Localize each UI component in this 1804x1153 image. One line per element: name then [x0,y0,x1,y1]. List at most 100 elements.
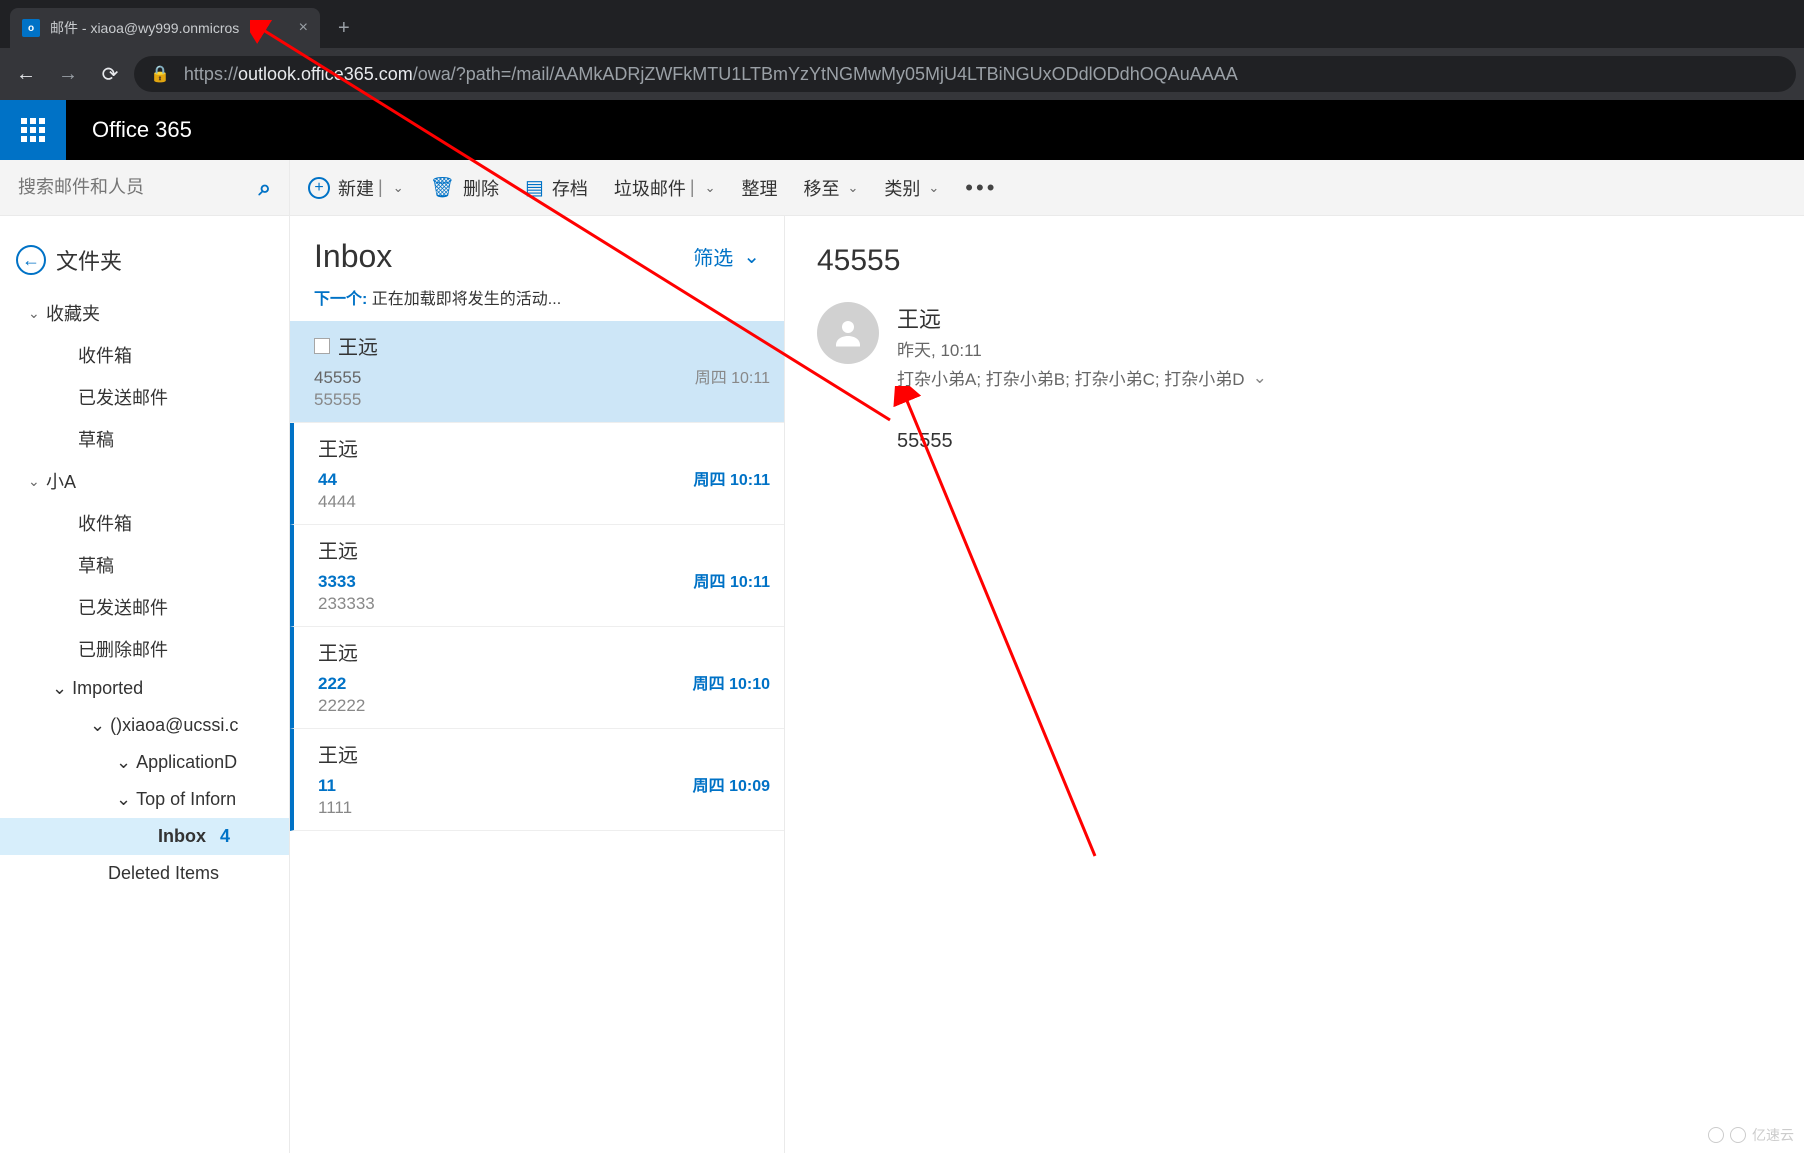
message-preview: 233333 [318,594,770,614]
imported-top[interactable]: ⌄ Top of Inforn [0,781,289,818]
message-subject: 45555 [314,368,361,388]
message-time: 周四 10:11 [694,466,771,490]
sender-time: 昨天, 10:11 [897,336,1267,361]
message-list[interactable]: 王远45555周四 10:1155555王远44周四 10:114444王远33… [290,321,784,831]
watermark: 亿速云 [1708,1125,1794,1145]
lock-icon: 🔒 [150,64,170,84]
folder-label: 已发送邮件 [78,384,168,410]
back-button[interactable]: ← [8,56,44,92]
url-path: /owa/?path=/mail/AAMkADRjZWFkMTU1LTBmYzY… [413,64,1238,84]
sweep-button[interactable]: 整理 [741,175,777,201]
imported-inbox[interactable]: Inbox 4 [0,818,289,855]
sender-info: 王远 昨天, 10:11 打杂小弟A; 打杂小弟B; 打杂小弟C; 打杂小弟D … [897,302,1267,390]
folder-label: 已删除邮件 [78,636,168,662]
app-launcher[interactable] [0,100,66,160]
next-text: 正在加载即将发生的活动... [372,291,561,308]
suite-title[interactable]: Office 365 [92,117,192,143]
chevron-down-icon: ⌄ [90,715,105,736]
more-button[interactable]: ••• [965,175,997,201]
moveto-button[interactable]: 移至 ⌄ [803,175,858,201]
message-from: 王远 [318,739,770,768]
message-from: 王远 [318,637,770,666]
reading-pane: 45555 王远 昨天, 10:11 打杂小弟A; 打杂小弟B; 打杂小弟C; … [785,216,1804,1153]
message-subject: 11 [318,776,336,796]
reload-button[interactable]: ⟳ [92,56,128,92]
message-item[interactable]: 王远3333周四 10:11233333 [290,525,784,627]
list-header: Inbox 筛选 ⌄ [290,216,784,285]
imported-appdata[interactable]: ⌄ ApplicationD [0,744,289,781]
chevron-down-icon: ⌄ [928,180,939,196]
imported-label: Imported [72,678,143,699]
a-deleted[interactable]: 已删除邮件 [0,628,289,670]
recipients-text: 打杂小弟A; 打杂小弟B; 打杂小弟C; 打杂小弟D [897,365,1245,390]
a-drafts[interactable]: 草稿 [0,544,289,586]
message-from: 王远 [318,535,770,564]
chevron-down-icon: ⌄ [116,789,131,810]
recipients[interactable]: 打杂小弟A; 打杂小弟B; 打杂小弟C; 打杂小弟D ⌄ [897,365,1267,390]
url-host: outlook.office365.com [238,64,413,84]
unread-count: 4 [220,826,230,847]
message-preview: 55555 [314,390,770,410]
sender-row: 王远 昨天, 10:11 打杂小弟A; 打杂小弟B; 打杂小弟C; 打杂小弟D … [817,302,1772,390]
message-item[interactable]: 王远11周四 10:091111 [290,729,784,831]
waffle-icon [21,118,45,142]
search-icon[interactable]: ⌕ [259,175,271,201]
avatar[interactable] [817,302,879,364]
folder-label: ()xiaoa@ucssi.c [110,715,238,736]
search-row: ⌕ [0,160,289,216]
outlook-favicon [22,19,40,37]
favorites-node[interactable]: ⌄ 收藏夹 [0,292,289,334]
junk-button[interactable]: 垃圾邮件 |⌄ [614,175,716,201]
filter-button[interactable]: 筛选 ⌄ [693,242,760,271]
archive-button[interactable]: ▤ 存档 [525,175,588,201]
url-text: https://outlook.office365.com/owa/?path=… [184,64,1238,85]
fav-inbox[interactable]: 收件箱 [0,334,289,376]
forward-button[interactable]: → [50,56,86,92]
a-inbox[interactable]: 收件箱 [0,502,289,544]
message-list-pane: Inbox 筛选 ⌄ 下一个: 正在加载即将发生的活动... 王远45555周四… [290,216,785,1153]
message-item[interactable]: 王远45555周四 10:1155555 [290,321,784,423]
delete-label: 删除 [463,175,499,201]
chevron-down-icon: ⌄ [393,180,404,196]
message-subject: 3333 [318,572,356,592]
message-item[interactable]: 王远44周四 10:114444 [290,423,784,525]
search-input[interactable] [18,177,259,198]
new-button[interactable]: + 新建 |⌄ [308,175,404,201]
message-item[interactable]: 王远222周四 10:1022222 [290,627,784,729]
reading-subject: 45555 [817,244,1772,278]
agenda-row: 下一个: 正在加载即将发生的活动... [290,285,784,321]
message-from: 王远 [318,433,770,462]
a-sent[interactable]: 已发送邮件 [0,586,289,628]
categories-button[interactable]: 类别 ⌄ [884,175,939,201]
folder-tree: ← 文件夹 ⌄ 收藏夹 收件箱 已发送邮件 草稿 ⌄ 小A 收件箱 草稿 已发送… [0,216,289,892]
delete-button[interactable]: 🗑 删除 [430,175,499,201]
folder-label: Top of Inforn [136,789,236,810]
chevron-down-icon: ⌄ [743,244,760,269]
person-icon [830,315,866,351]
message-subject: 44 [318,470,337,490]
folder-label: 草稿 [78,552,114,578]
fav-drafts[interactable]: 草稿 [0,418,289,460]
archive-label: 存档 [552,175,588,201]
browser-tab[interactable]: 邮件 - xiaoa@wy999.onmicros × [10,8,320,48]
imported-account[interactable]: ⌄ ()xiaoa@ucssi.c [0,707,289,744]
fav-sent[interactable]: 已发送邮件 [0,376,289,418]
sender-name[interactable]: 王远 [897,302,1267,334]
filter-label: 筛选 [693,242,733,271]
categories-label: 类别 [884,175,920,201]
watermark-text: 亿速云 [1752,1125,1794,1145]
checkbox[interactable] [314,338,330,354]
url-field[interactable]: 🔒 https://outlook.office365.com/owa/?pat… [134,56,1796,92]
folder-label: Deleted Items [108,863,219,884]
message-body: 55555 [897,430,1772,453]
folders-header[interactable]: ← 文件夹 [0,236,289,292]
app-body: ⌕ ← 文件夹 ⌄ 收藏夹 收件箱 已发送邮件 草稿 ⌄ 小A 收件箱 草稿 已… [0,160,1804,1153]
imported-node[interactable]: ⌄ Imported [0,670,289,707]
account-a-node[interactable]: ⌄ 小A [0,460,289,502]
new-tab-button[interactable]: + [338,8,350,48]
back-circle-icon[interactable]: ← [16,245,46,275]
imported-deleted[interactable]: Deleted Items [0,855,289,892]
folder-label: 收件箱 [78,510,132,536]
close-icon[interactable]: × [299,19,308,37]
favorites-label: 收藏夹 [46,300,289,326]
